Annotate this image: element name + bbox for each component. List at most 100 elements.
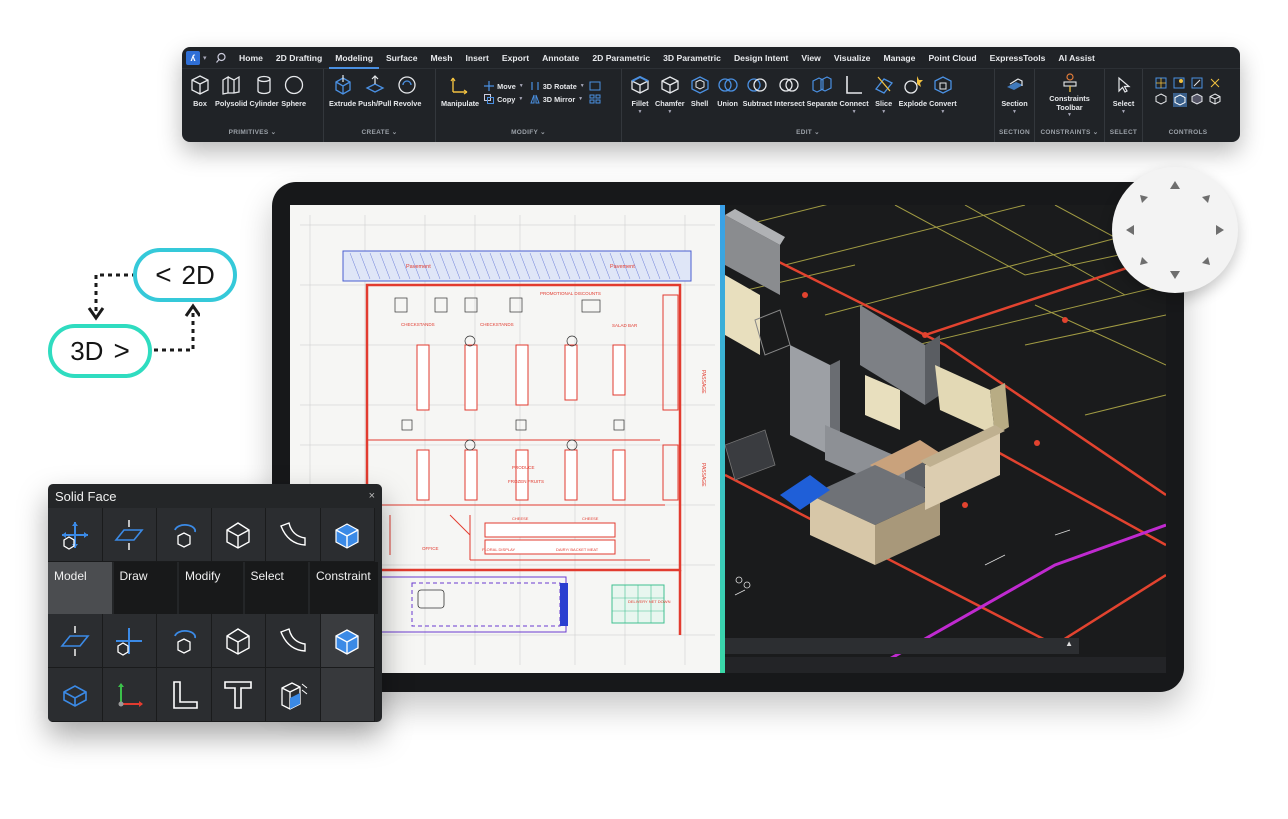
tab-constraint[interactable]: Constraint bbox=[310, 562, 378, 614]
switch-to-3d-button[interactable]: 3D > bbox=[48, 324, 152, 378]
wireframe-box-tool[interactable] bbox=[48, 668, 103, 722]
mirror3d-tool[interactable]: 3D Mirror ▼ bbox=[529, 94, 585, 104]
search-icon[interactable] bbox=[215, 52, 227, 64]
panel-primitives-title[interactable]: PRIMITIVES ⌄ bbox=[182, 128, 323, 136]
box-tool[interactable]: Box bbox=[187, 71, 213, 109]
rotate-face-tool[interactable] bbox=[157, 508, 212, 562]
move-tool[interactable]: Move ▼ bbox=[484, 81, 524, 91]
control-icon[interactable] bbox=[1191, 77, 1203, 89]
intersect-tool[interactable]: Intersect bbox=[774, 71, 805, 115]
revolve-tool[interactable]: Revolve bbox=[393, 71, 421, 109]
taper-face-tool[interactable] bbox=[211, 614, 266, 668]
separate-tool[interactable]: Separate bbox=[807, 71, 837, 115]
tab-home[interactable]: Home bbox=[233, 47, 270, 69]
taper-face-tool[interactable] bbox=[211, 508, 266, 562]
extrude-face-tool[interactable] bbox=[266, 614, 321, 668]
tab-ai-assist[interactable]: AI Assist bbox=[1052, 47, 1101, 69]
chevron-down-icon[interactable]: ▼ bbox=[881, 109, 886, 115]
section-tool[interactable]: Section ▼ bbox=[1000, 71, 1029, 115]
chevron-down-icon[interactable]: ▼ bbox=[667, 109, 672, 115]
rotate3d-tool[interactable]: 3D Rotate ▼ bbox=[530, 81, 585, 91]
tab-surface[interactable]: Surface bbox=[379, 47, 424, 69]
control-icon[interactable] bbox=[1209, 77, 1221, 89]
tab-point-cloud[interactable]: Point Cloud bbox=[922, 47, 983, 69]
offset-face-tool[interactable] bbox=[48, 614, 103, 668]
subtract-tool[interactable]: Subtract bbox=[743, 71, 772, 115]
copy-tool[interactable]: Copy ▼ bbox=[484, 94, 524, 104]
tab-insert[interactable]: Insert bbox=[459, 47, 495, 69]
fillet-tool[interactable]: Fillet ▼ bbox=[627, 71, 653, 115]
chevron-down-icon[interactable]: ▼ bbox=[1012, 109, 1017, 115]
app-menu-button[interactable]: ʎ bbox=[186, 50, 200, 65]
tab-modeling[interactable]: Modeling bbox=[328, 47, 380, 69]
offset-face-tool[interactable] bbox=[102, 508, 157, 562]
l-section-tool[interactable] bbox=[157, 668, 212, 722]
visual-style-icon[interactable] bbox=[1173, 93, 1187, 107]
panel-create-title[interactable]: CREATE ⌄ bbox=[324, 128, 435, 136]
array-icon[interactable] bbox=[589, 94, 601, 104]
chamfer-tool[interactable]: Chamfer ▼ bbox=[655, 71, 685, 115]
chevron-down-icon[interactable]: ▼ bbox=[1121, 109, 1126, 115]
t-section-tool[interactable] bbox=[211, 668, 266, 722]
chevron-down-icon[interactable]: ▼ bbox=[1067, 112, 1072, 118]
close-icon[interactable]: × bbox=[369, 490, 375, 502]
chevron-down-icon[interactable]: ▼ bbox=[519, 83, 524, 89]
rotate-face-tool[interactable] bbox=[157, 614, 212, 668]
tab-2d-drafting[interactable]: 2D Drafting bbox=[269, 47, 328, 69]
chevron-down-icon[interactable]: ▾ bbox=[203, 54, 207, 62]
navigation-wheel[interactable] bbox=[1112, 167, 1238, 293]
viewport-3d-model[interactable] bbox=[724, 205, 1166, 673]
polysolid-tool[interactable]: Polysolid bbox=[215, 71, 247, 109]
move-face-tool[interactable] bbox=[48, 508, 103, 562]
visual-style-icon[interactable] bbox=[1191, 93, 1203, 105]
chevron-down-icon[interactable]: ▼ bbox=[852, 109, 857, 115]
chevron-up-icon[interactable]: ▲ bbox=[1065, 639, 1073, 648]
extrude-face-tool[interactable] bbox=[266, 508, 321, 562]
tab-export[interactable]: Export bbox=[495, 47, 535, 69]
slice-tool[interactable]: Slice ▼ bbox=[871, 71, 897, 115]
tab-select[interactable]: Select bbox=[244, 562, 310, 614]
pushpull-tool[interactable]: Push/Pull bbox=[358, 71, 391, 109]
chevron-down-icon[interactable]: ▼ bbox=[580, 83, 585, 89]
visual-style-icon[interactable] bbox=[1209, 93, 1221, 105]
select-tool[interactable]: Select ▼ bbox=[1110, 71, 1137, 115]
shell-tool[interactable]: Shell bbox=[687, 71, 713, 115]
explode-tool[interactable]: Explode bbox=[899, 71, 927, 115]
tab-model[interactable]: Model bbox=[48, 562, 114, 614]
chevron-down-icon[interactable]: ▼ bbox=[638, 109, 643, 115]
tab-expresstools[interactable]: ExpressTools bbox=[983, 47, 1052, 69]
align-icon[interactable] bbox=[589, 81, 601, 91]
constraints-toolbar-tool[interactable]: Constraints Toolbar ▼ bbox=[1040, 71, 1099, 118]
visual-style-icon[interactable] bbox=[1155, 93, 1167, 105]
chevron-down-icon[interactable]: ▼ bbox=[578, 96, 583, 102]
panel-modify-title[interactable]: MODIFY ⌄ bbox=[436, 128, 621, 136]
tab-draw[interactable]: Draw bbox=[113, 562, 179, 614]
chevron-down-icon[interactable]: ▼ bbox=[518, 96, 523, 102]
tab-3d-parametric[interactable]: 3D Parametric bbox=[657, 47, 728, 69]
control-icon[interactable] bbox=[1173, 77, 1185, 89]
chevron-down-icon[interactable]: ▼ bbox=[940, 109, 945, 115]
tab-design-intent[interactable]: Design Intent bbox=[727, 47, 794, 69]
panel-constraints-title[interactable]: CONSTRAINTS ⌄ bbox=[1035, 128, 1104, 136]
union-tool[interactable]: Union bbox=[715, 71, 741, 115]
convert-tool[interactable]: Convert ▼ bbox=[929, 71, 957, 115]
structure-tool[interactable] bbox=[266, 668, 321, 722]
tab-2d-parametric[interactable]: 2D Parametric bbox=[586, 47, 657, 69]
solid-box-tool[interactable] bbox=[320, 508, 375, 562]
switch-to-2d-button[interactable]: < 2D bbox=[133, 248, 237, 302]
connect-tool[interactable]: Connect ▼ bbox=[839, 71, 869, 115]
tab-view[interactable]: View bbox=[795, 47, 827, 69]
panel-edit-title[interactable]: EDIT ⌄ bbox=[622, 128, 994, 136]
cylinder-tool[interactable]: Cylinder bbox=[249, 71, 279, 109]
tab-manage[interactable]: Manage bbox=[877, 47, 922, 69]
control-icon[interactable] bbox=[1155, 77, 1167, 89]
tab-modify[interactable]: Modify bbox=[179, 562, 245, 614]
solid-box-tool[interactable] bbox=[320, 614, 375, 668]
ucs-tool[interactable] bbox=[102, 668, 157, 722]
extrude-tool[interactable]: Extrude bbox=[329, 71, 356, 109]
tab-visualize[interactable]: Visualize bbox=[827, 47, 877, 69]
tab-mesh[interactable]: Mesh bbox=[424, 47, 459, 69]
sphere-tool[interactable]: Sphere bbox=[281, 71, 307, 109]
move-face-tool[interactable] bbox=[102, 614, 157, 668]
tab-annotate[interactable]: Annotate bbox=[536, 47, 586, 69]
